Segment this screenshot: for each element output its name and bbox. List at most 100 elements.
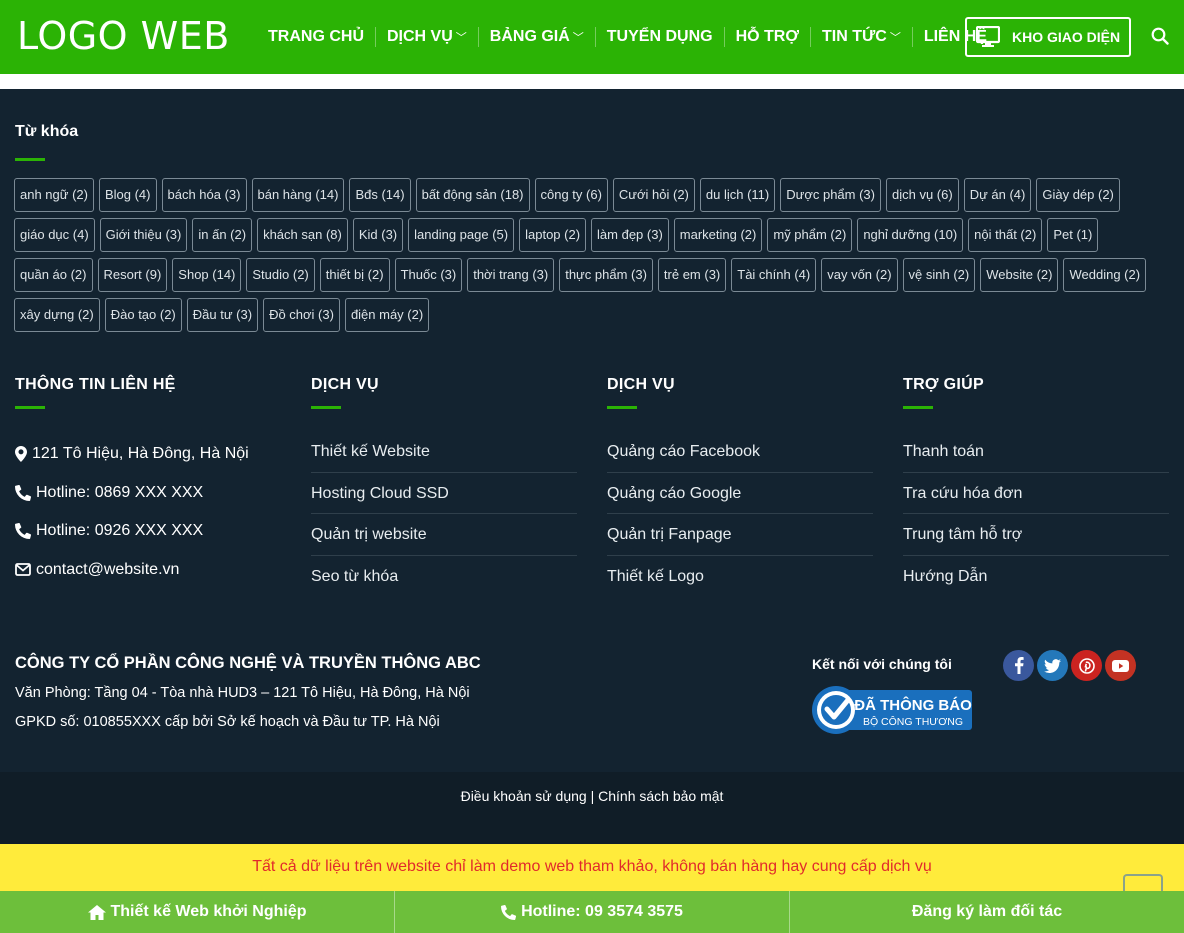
nav-item-trang-chu[interactable]: TRANG CHỦ xyxy=(257,27,375,47)
kho-giao-dien-button[interactable]: KHO GIAO DIỆN xyxy=(965,17,1131,57)
services-column-1: DỊCH VỤ Thiết kế Website Hosting Cloud S… xyxy=(311,376,577,597)
contact-title: THÔNG TIN LIÊN HỆ xyxy=(15,376,176,393)
keyword-tag[interactable]: mỹ phẩm (2) xyxy=(767,218,853,252)
keyword-tag[interactable]: Studio (2) xyxy=(246,258,315,292)
keyword-tag[interactable]: quần áo (2) xyxy=(14,258,93,292)
keyword-tag[interactable]: Đồ chơi (3) xyxy=(263,298,340,332)
keyword-tag[interactable]: anh ngữ (2) xyxy=(14,178,94,212)
keyword-tag[interactable]: dịch vụ (6) xyxy=(885,178,959,212)
keyword-tag[interactable]: landing page (5) xyxy=(408,218,515,252)
footer-link[interactable]: Tra cứu hóa đơn xyxy=(903,473,1169,514)
keyword-tag[interactable]: thực phẩm (3) xyxy=(559,258,653,292)
bottom-footer xyxy=(0,772,1184,844)
contact-hotline-1[interactable]: Hotline: 0869 XXX XXX xyxy=(15,474,281,513)
keyword-tag[interactable]: thiết bị (2) xyxy=(319,258,390,292)
contact-email[interactable]: contact@website.vn xyxy=(15,551,281,590)
keyword-tag[interactable]: Dược phẩm (3) xyxy=(780,178,881,212)
keyword-tag[interactable]: Wedding (2) xyxy=(1063,258,1147,292)
keyword-tag[interactable]: thời trang (3) xyxy=(467,258,555,292)
footer-link[interactable]: Thiết kế Logo xyxy=(607,556,873,598)
demo-notice-bar: Tất cả dữ liệu trên website chỉ làm demo… xyxy=(0,844,1184,891)
keyword-tag[interactable]: Kid (3) xyxy=(352,218,404,252)
keyword-tag[interactable]: nghỉ dưỡng (10) xyxy=(857,218,964,252)
keyword-tag[interactable]: bách hóa (3) xyxy=(161,178,247,212)
keyword-tag[interactable]: điện máy (2) xyxy=(344,298,430,332)
youtube-button[interactable] xyxy=(1105,650,1136,681)
nav-item-ho-tro[interactable]: HỖ TRỢ xyxy=(723,27,810,47)
keyword-tag[interactable]: vệ sinh (2) xyxy=(902,258,976,292)
nav-item-tin-tuc[interactable]: TIN TỨC ﹀ xyxy=(809,27,912,47)
keyword-tag[interactable]: Bđs (14) xyxy=(349,178,411,212)
title-underline xyxy=(903,406,933,409)
footer-link[interactable]: Thanh toán xyxy=(903,431,1169,473)
chevron-down-icon: ﹀ xyxy=(455,32,467,44)
footer-link[interactable]: Quảng cáo Google xyxy=(607,473,873,514)
nav-item-bang-gia[interactable]: BẢNG GIÁ ﹀ xyxy=(477,27,595,47)
keyword-tag[interactable]: khách sạn (8) xyxy=(257,218,348,252)
contact-hotline-2[interactable]: Hotline: 0926 XXX XXX xyxy=(15,512,281,551)
nav-label: BẢNG GIÁ xyxy=(489,28,570,45)
header-separator xyxy=(0,74,1184,89)
keyword-tag[interactable]: trẻ em (3) xyxy=(657,258,727,292)
keyword-tag[interactable]: Blog (4) xyxy=(98,178,157,212)
footer-link[interactable]: Quản trị website xyxy=(311,514,577,556)
contact-text: Hotline: 0926 XXX XXX xyxy=(36,522,204,540)
contact-column: THÔNG TIN LIÊN HỆ 121 Tô Hiệu, Hà Đông, … xyxy=(15,376,281,589)
site-logo[interactable]: LOGO WEB xyxy=(17,14,230,58)
keyword-tag[interactable]: nội thất (2) xyxy=(968,218,1043,252)
pinterest-icon xyxy=(1078,657,1095,674)
keyword-tag[interactable]: Thuốc (3) xyxy=(394,258,463,292)
pinterest-button[interactable] xyxy=(1071,650,1102,681)
footer-link[interactable]: Seo từ khóa xyxy=(311,556,577,598)
keyword-tag[interactable]: vay vốn (2) xyxy=(821,258,898,292)
keyword-tag[interactable]: Shop (14) xyxy=(172,258,242,292)
keyword-tag[interactable]: Đào tạo (2) xyxy=(104,298,182,332)
footer-link[interactable]: Hướng Dẫn xyxy=(903,556,1169,598)
keyword-tag[interactable]: marketing (2) xyxy=(673,218,763,252)
facebook-icon xyxy=(1014,657,1024,674)
keyword-tag[interactable]: Dự án (4) xyxy=(963,178,1032,212)
keyword-tag[interactable]: Website (2) xyxy=(980,258,1059,292)
keyword-tag[interactable]: Đầu tư (3) xyxy=(186,298,259,332)
bct-badge[interactable]: ĐÃ THÔNG BÁO BỘ CÔNG THƯƠNG xyxy=(810,686,972,734)
nav-label: TIN TỨC xyxy=(821,28,887,45)
keyword-tag[interactable]: bán hàng (14) xyxy=(251,178,345,212)
keyword-tag-cloud: anh ngữ (2) Blog (4) bách hóa (3) bán hàng … xyxy=(14,178,1174,338)
partner-signup-action[interactable]: Đăng ký làm đối tác xyxy=(789,891,1184,933)
keyword-tag[interactable]: xây dựng (2) xyxy=(14,298,100,332)
nav-item-dich-vu[interactable]: DỊCH VỤ ﹀ xyxy=(375,27,478,47)
keyword-tag[interactable]: công ty (6) xyxy=(534,178,608,212)
twitter-button[interactable] xyxy=(1037,650,1068,681)
hotline-action[interactable]: Hotline: 09 3574 3575 xyxy=(394,891,789,933)
services-title: DỊCH VỤ xyxy=(607,376,675,393)
search-icon[interactable] xyxy=(1151,27,1169,45)
keyword-tag[interactable]: giáo dục (4) xyxy=(14,218,95,252)
keyword-tag[interactable]: Pet (1) xyxy=(1047,218,1099,252)
keyword-tag[interactable]: in ấn (2) xyxy=(192,218,253,252)
nav-item-tuyen-dung[interactable]: TUYỂN DỤNG xyxy=(594,27,724,47)
keyword-tag[interactable]: Giới thiệu (3) xyxy=(99,218,188,252)
phone-icon xyxy=(15,484,31,501)
footer-link[interactable]: Hosting Cloud SSD xyxy=(311,473,577,514)
keyword-tag[interactable]: Tài chính (4) xyxy=(731,258,817,292)
keyword-tag[interactable]: làm đẹp (3) xyxy=(591,218,669,252)
map-marker-icon xyxy=(15,446,27,463)
keyword-tag[interactable]: Giày dép (2) xyxy=(1036,178,1120,212)
privacy-link[interactable]: Chính sách bảo mật xyxy=(598,788,723,804)
keyword-tag[interactable]: laptop (2) xyxy=(519,218,587,252)
footer-link[interactable]: Trung tâm hỗ trợ xyxy=(903,514,1169,556)
keyword-tag[interactable]: bất động sản (18) xyxy=(415,178,530,212)
keyword-tag[interactable]: Resort (9) xyxy=(97,258,168,292)
footer-link[interactable]: Quảng cáo Facebook xyxy=(607,431,873,473)
keyword-tag[interactable]: Cưới hỏi (2) xyxy=(612,178,695,212)
keyword-tag[interactable]: du lịch (11) xyxy=(699,178,776,212)
footer-link[interactable]: Thiết kế Website xyxy=(311,431,577,473)
footer-link[interactable]: Quản trị Fanpage xyxy=(607,514,873,556)
startup-web-action[interactable]: Thiết kế Web khởi Nghiệp xyxy=(0,891,394,933)
chevron-down-icon: ﹀ xyxy=(889,32,901,44)
bct-line-1: ĐÃ THÔNG BÁO xyxy=(854,696,972,714)
main-nav: TRANG CHỦ DỊCH VỤ ﹀ BẢNG GIÁ ﹀ TUYỂN DỤNG … xyxy=(257,0,998,74)
action-label: Thiết kế Web khởi Nghiệp xyxy=(110,903,307,920)
terms-link[interactable]: Điều khoản sử dụng xyxy=(461,788,587,804)
facebook-button[interactable] xyxy=(1003,650,1034,681)
